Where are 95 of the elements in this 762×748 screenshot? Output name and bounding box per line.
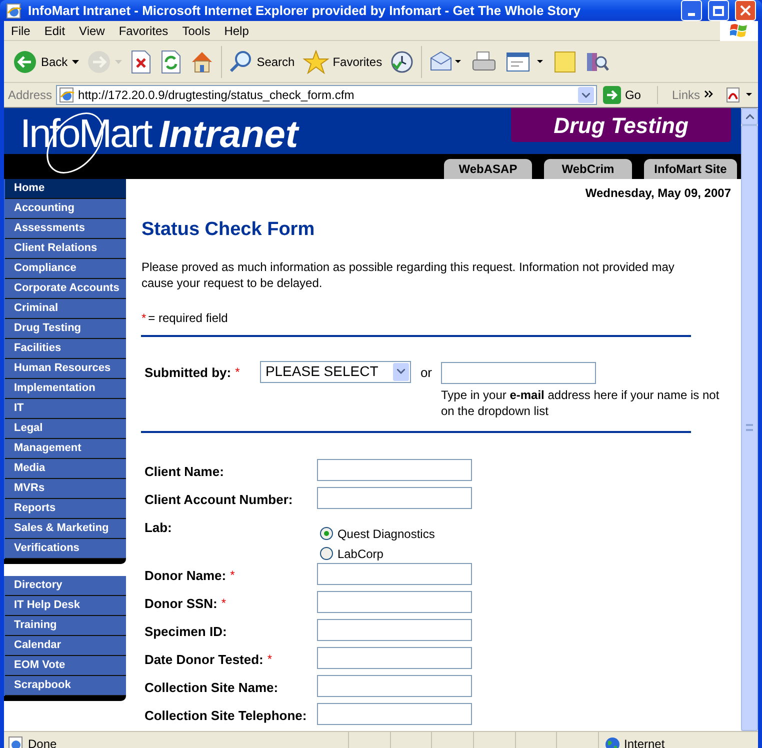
menu-item[interactable]: View: [72, 22, 112, 40]
sidebar-item[interactable]: Home: [5, 179, 126, 199]
zone-text: Internet: [624, 736, 665, 748]
sidebar-item[interactable]: Media: [5, 459, 126, 479]
minimize-button[interactable]: [681, 0, 702, 21]
site-tab[interactable]: WebASAP: [444, 159, 532, 179]
date-text: Wednesday, May 09, 2007: [584, 185, 731, 202]
form-title: Status Check Form: [141, 218, 316, 242]
status-text: Done: [28, 736, 58, 748]
address-label: Address: [8, 87, 52, 104]
sidebar-item[interactable]: Client Relations: [5, 239, 126, 259]
text-field[interactable]: [317, 486, 472, 508]
sidebar-item[interactable]: MVRs: [5, 479, 126, 499]
required-mark: *: [230, 566, 235, 584]
sidebar-item[interactable]: Training: [5, 616, 126, 636]
sidebar-item[interactable]: IT: [5, 399, 126, 419]
required-note: = required field: [148, 310, 228, 326]
scroll-up-button[interactable]: [741, 108, 758, 125]
field-label: Client Name:: [144, 462, 224, 480]
sidebar-item[interactable]: Human Resources: [5, 359, 126, 379]
field-label: Collection Site Name:: [144, 678, 278, 696]
sidebar-item[interactable]: Management: [5, 439, 126, 459]
radio-label[interactable]: Quest Diagnostics: [337, 524, 435, 542]
submitter-dropdown[interactable]: PLEASE SELECT: [260, 360, 412, 382]
close-icon[interactable]: [740, 5, 751, 16]
radio-label[interactable]: LabCorp: [337, 544, 384, 562]
page-icon: [8, 736, 24, 748]
menu-item[interactable]: Help: [217, 22, 256, 40]
sidebar-item[interactable]: Compliance: [5, 259, 126, 279]
address-field[interactable]: http://172.20.0.9/drugtesting/status_check_form.cfm: [56, 85, 597, 105]
field-label: Date Donor Tested:: [144, 650, 264, 668]
sidebar-item[interactable]: Verifications: [5, 539, 126, 559]
field-label: Specimen ID:: [144, 622, 227, 641]
text-field[interactable]: [317, 618, 472, 640]
sidebar-item[interactable]: EOM Vote: [5, 656, 126, 676]
section-badge: Drug Testing: [511, 108, 731, 142]
sidebar-item[interactable]: Legal: [5, 419, 126, 439]
field-label: Lab:: [144, 518, 172, 536]
menu-item[interactable]: File: [4, 22, 38, 40]
or-label: or: [420, 364, 432, 382]
maximize-button[interactable]: [708, 0, 729, 21]
field-label: Submitted by:: [144, 364, 232, 382]
links-label[interactable]: Links: [672, 86, 700, 104]
sidebar-item[interactable]: Scrapbook: [5, 676, 126, 696]
sidebar-item[interactable]: Drug Testing: [5, 319, 126, 339]
required-mark: *: [235, 364, 240, 380]
required-mark: *: [141, 310, 146, 326]
sidebar-item[interactable]: Calendar: [5, 636, 126, 656]
pdf-icon[interactable]: [726, 87, 754, 103]
window-title: InfoMart Intranet - Microsoft Internet Explorer provided by Infomart - Get The Whole Story: [28, 2, 582, 20]
globe-icon: [605, 736, 620, 748]
windows-logo-icon: [720, 20, 758, 40]
text-field[interactable]: [317, 562, 472, 584]
field-label: Collection Site Telephone:: [144, 706, 307, 725]
favorites-button[interactable]: Favorites: [300, 44, 386, 80]
sidebar-item[interactable]: Accounting: [5, 199, 126, 219]
sidebar-item[interactable]: Implementation: [5, 379, 126, 399]
sidebar-item[interactable]: Assessments: [5, 219, 126, 239]
required-mark: *: [267, 650, 272, 668]
site-tab[interactable]: WebCrim: [544, 159, 632, 179]
email-hint: Type in your e-mail address here if your name is not on the dropdown list: [441, 386, 720, 418]
globe-page-icon: [6, 2, 22, 18]
sidebar-item[interactable]: Sales & Marketing: [5, 519, 126, 539]
site-tab[interactable]: InfoMart Site: [644, 159, 737, 179]
go-button[interactable]: Go: [600, 86, 643, 104]
caret-icon[interactable]: [72, 60, 79, 64]
field-label: Donor Name:: [144, 566, 226, 584]
search-button[interactable]: Search: [226, 44, 298, 80]
text-field[interactable]: [317, 458, 472, 480]
sidebar-item[interactable]: Directory: [5, 576, 126, 596]
field-label: Donor SSN:: [144, 594, 218, 612]
radio-button[interactable]: [320, 527, 334, 540]
sidebar-item[interactable]: Corporate Accounts: [5, 279, 126, 299]
required-mark: *: [221, 594, 226, 612]
text-field[interactable]: [317, 674, 472, 696]
email-field[interactable]: [441, 362, 596, 384]
menu-item[interactable]: Edit: [37, 22, 72, 40]
radio-button[interactable]: [320, 547, 334, 560]
text-field[interactable]: [317, 646, 472, 668]
text-field[interactable]: [317, 590, 472, 612]
text-field[interactable]: [317, 702, 472, 724]
field-label: Client Account Number:: [144, 490, 293, 508]
menu-item[interactable]: Favorites: [112, 22, 176, 40]
page-icon: [59, 87, 76, 103]
close-button[interactable]: [735, 0, 756, 21]
sidebar-item[interactable]: Facilities: [5, 339, 126, 359]
star-icon: [302, 50, 329, 74]
menu-item[interactable]: Tools: [175, 22, 218, 40]
chevron-icon[interactable]: [704, 90, 714, 100]
search-icon: [228, 50, 253, 74]
sidebar-item[interactable]: Reports: [5, 499, 126, 519]
sidebar-item[interactable]: IT Help Desk: [5, 596, 126, 616]
back-button[interactable]: Back: [10, 44, 82, 80]
intro-paragraph: Please proved as much information as possible regarding this request. Information not provided may cause your request to be delayed.: [141, 258, 676, 290]
sidebar-item[interactable]: Criminal: [5, 299, 126, 319]
